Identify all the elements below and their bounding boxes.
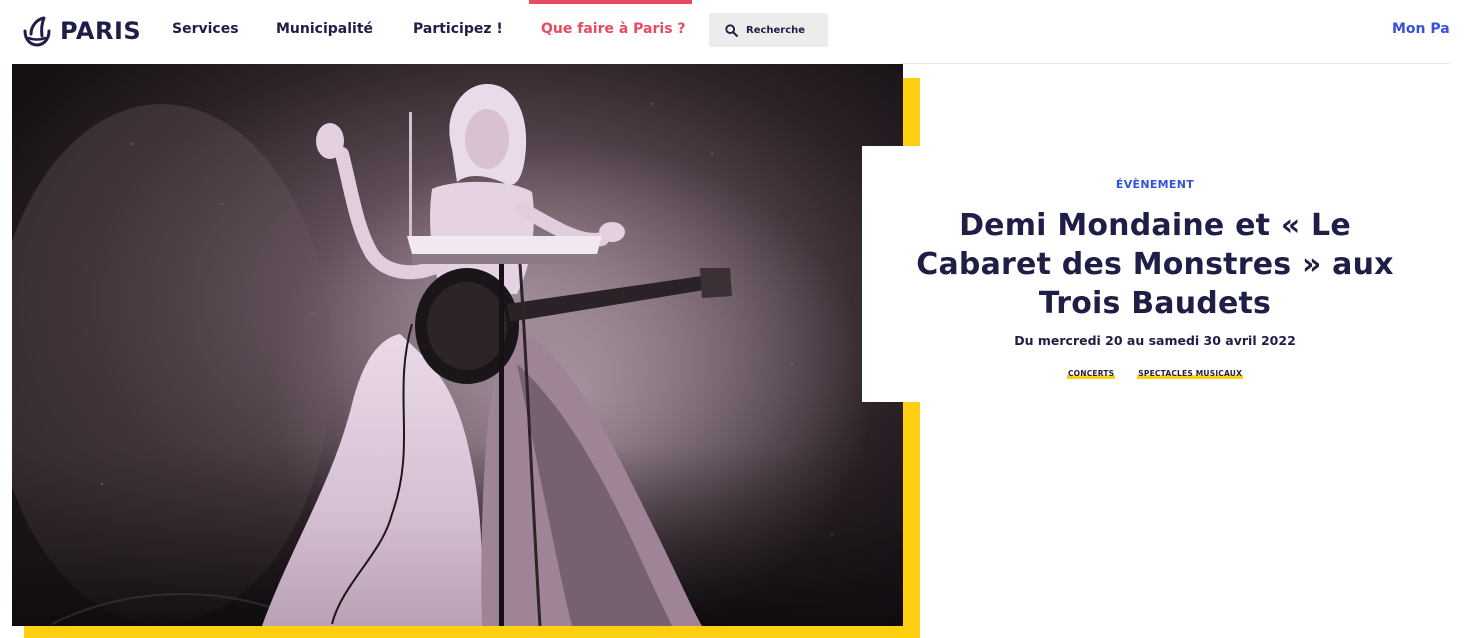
event-title-line: Cabaret des Monstres » aux <box>916 247 1394 282</box>
event-tags: CONCERTS SPECTACLES MUSICAUX <box>862 369 1448 379</box>
event-title-line: Demi Mondaine et « Le <box>959 208 1351 243</box>
header-divider <box>900 63 1450 64</box>
search-input[interactable] <box>746 24 816 36</box>
active-nav-indicator <box>529 0 692 4</box>
paris-logo-link[interactable]: PARIS <box>20 12 141 50</box>
page: PARIS Services Municipalité Participez !… <box>0 0 1468 638</box>
event-type-label: ÉVÈNEMENT <box>1115 178 1195 191</box>
search-box[interactable] <box>709 13 828 47</box>
hero-photo <box>12 64 903 626</box>
nav-services[interactable]: Services <box>172 21 239 37</box>
paris-ship-logo-icon <box>23 16 51 47</box>
event-info-card: ÉVÈNEMENT Demi Mondaine et « Le Cabaret … <box>862 146 1448 402</box>
search-icon <box>725 23 738 37</box>
performer-photo-illustration <box>12 64 903 626</box>
tag-concerts[interactable]: CONCERTS <box>1066 369 1116 379</box>
nav-participez[interactable]: Participez ! <box>413 21 503 37</box>
account-link[interactable]: Mon Pa <box>1392 21 1450 37</box>
site-header: PARIS Services Municipalité Participez !… <box>0 0 1468 64</box>
event-dates: Du mercredi 20 au samedi 30 avril 2022 <box>1014 333 1296 348</box>
logo-text: PARIS <box>60 17 142 45</box>
nav-municipalite[interactable]: Municipalité <box>276 21 373 37</box>
event-title-line: Trois Baudets <box>1038 286 1272 321</box>
tag-spectacles-musicaux[interactable]: SPECTACLES MUSICAUX <box>1137 369 1244 379</box>
nav-que-faire-a-paris[interactable]: Que faire à Paris ? <box>541 21 686 37</box>
event-title: Demi Mondaine et « Le Cabaret des Monstr… <box>862 206 1448 323</box>
